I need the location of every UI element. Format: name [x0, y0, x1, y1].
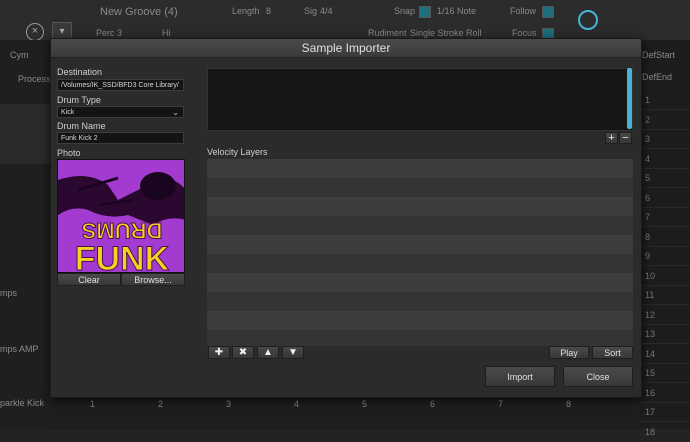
snap-checkbox[interactable]: [419, 6, 431, 18]
pattern-row-number[interactable]: 16: [640, 384, 690, 403]
ruler-tick-label: 1: [90, 399, 96, 409]
velocity-row[interactable]: [207, 197, 633, 216]
sig-label: Sig: [304, 6, 318, 16]
ruler-tick-label: 5: [362, 399, 368, 409]
destination-label: Destination: [57, 67, 103, 77]
cym-tab[interactable]: Cym: [10, 50, 29, 60]
pattern-row-number[interactable]: 1: [640, 91, 690, 110]
drum-type-value: Kick: [61, 109, 75, 116]
knob-icon[interactable]: [578, 10, 598, 30]
ruler-tick-label: 4: [294, 399, 300, 409]
pattern-row-number[interactable]: 13: [640, 325, 690, 344]
instrument-item[interactable]: mps: [0, 288, 17, 298]
velocity-row[interactable]: [207, 178, 633, 197]
length-value[interactable]: 8: [266, 6, 271, 16]
chevron-down-icon: ⌄: [172, 108, 179, 117]
photo-label: Photo: [57, 148, 81, 158]
add-icon[interactable]: ✚: [208, 346, 230, 359]
ruler-tick-label: 3: [226, 399, 232, 409]
velocity-row[interactable]: [207, 159, 633, 178]
pattern-row-number[interactable]: 4: [640, 150, 690, 169]
rudiment-label: Rudiment: [368, 28, 407, 38]
pattern-row-number[interactable]: 18: [640, 423, 690, 442]
instrument-item[interactable]: parkle Kick: [0, 398, 44, 408]
perc-label: Perc 3: [96, 28, 123, 38]
sample-importer-dialog: Sample Importer Destination /Volumes/IK_…: [50, 38, 642, 398]
velocity-row[interactable]: [207, 330, 633, 346]
velocity-row[interactable]: [207, 254, 633, 273]
move-down-icon[interactable]: ▼: [282, 346, 304, 359]
focus-label: Focus: [512, 28, 537, 38]
dialog-title: Sample Importer: [51, 39, 641, 58]
pattern-row-number[interactable]: 10: [640, 267, 690, 286]
destination-field[interactable]: /Volumes/IK_SSD/BFD3 Core Library/: [57, 79, 184, 91]
close-circle-icon[interactable]: ×: [26, 23, 44, 41]
selected-instrument[interactable]: [0, 104, 50, 164]
instrument-list: Cym Process mps mps AMP parkle Kick: [0, 40, 51, 429]
import-button[interactable]: Import: [485, 366, 555, 387]
groove-toolbar: New Groove (4) Length 8 Sig 4/4 Snap 1/1…: [0, 0, 690, 42]
photo-preview: DRUMS FUNK: [57, 159, 185, 273]
velocity-row[interactable]: [207, 235, 633, 254]
velocity-row[interactable]: [207, 292, 633, 311]
drum-photo-image: DRUMS FUNK: [58, 160, 184, 273]
start-label: Start: [656, 50, 676, 60]
velocity-row[interactable]: [207, 216, 633, 235]
follow-label: Follow: [510, 6, 537, 16]
clear-button[interactable]: Clear: [57, 273, 121, 286]
groove-name: New Groove (4): [100, 6, 178, 18]
snap-value[interactable]: 1/16 Note: [437, 6, 476, 16]
pattern-row-number[interactable]: 11: [640, 286, 690, 305]
pattern-row-number[interactable]: 17: [640, 403, 690, 422]
pattern-row-number[interactable]: 8: [640, 228, 690, 247]
hi-label: Hi: [162, 28, 171, 38]
velocity-row[interactable]: [207, 273, 633, 292]
pattern-row-number[interactable]: 12: [640, 306, 690, 325]
drum-name-field[interactable]: Funk Kick 2: [57, 132, 184, 144]
drum-type-select[interactable]: Kick ⌄: [57, 106, 184, 118]
play-button[interactable]: Play: [549, 346, 589, 359]
browse-button[interactable]: Browse...: [121, 273, 185, 286]
drum-name-label: Drum Name: [57, 121, 106, 131]
velocity-layers-label: Velocity Layers: [207, 147, 268, 157]
close-button[interactable]: Close: [563, 366, 633, 387]
sort-button[interactable]: Sort: [592, 346, 633, 359]
photo-text-bottom: FUNK: [75, 240, 170, 273]
follow-checkbox[interactable]: [542, 6, 554, 18]
velocity-layers-table[interactable]: [207, 159, 633, 346]
pattern-row-number[interactable]: 3: [640, 130, 690, 149]
minus-icon[interactable]: −: [619, 132, 632, 144]
sig-value[interactable]: 4/4: [320, 6, 333, 16]
drum-type-label: Drum Type: [57, 95, 101, 105]
plus-icon[interactable]: +: [605, 132, 618, 144]
pattern-row-number[interactable]: 6: [640, 189, 690, 208]
pattern-row-number[interactable]: 14: [640, 345, 690, 364]
velocity-row[interactable]: [207, 311, 633, 330]
instrument-item[interactable]: mps AMP: [0, 344, 39, 354]
pattern-row-number[interactable]: 5: [640, 169, 690, 188]
remove-icon[interactable]: ✖: [232, 346, 254, 359]
pattern-row-number[interactable]: 7: [640, 208, 690, 227]
samples-list[interactable]: [207, 68, 633, 131]
end-label: End: [656, 72, 673, 82]
ruler-tick-label: 8: [566, 399, 572, 409]
pattern-row-number[interactable]: 9: [640, 247, 690, 266]
ruler-tick-label: 7: [498, 399, 504, 409]
process-tab[interactable]: Process: [18, 74, 51, 84]
ruler-tick-label: 2: [158, 399, 164, 409]
samples-scrollbar[interactable]: [627, 68, 632, 129]
move-up-icon[interactable]: ▲: [257, 346, 279, 359]
pattern-row-number[interactable]: 2: [640, 111, 690, 130]
pattern-row-number[interactable]: 15: [640, 364, 690, 383]
snap-label: Snap: [394, 6, 416, 16]
rudiment-value[interactable]: Single Stroke Roll: [410, 28, 482, 38]
ruler-tick-label: 6: [430, 399, 436, 409]
length-label: Length: [232, 6, 260, 16]
timeline-ruler: 1 2 3 4 5 6 7 8: [50, 395, 640, 430]
